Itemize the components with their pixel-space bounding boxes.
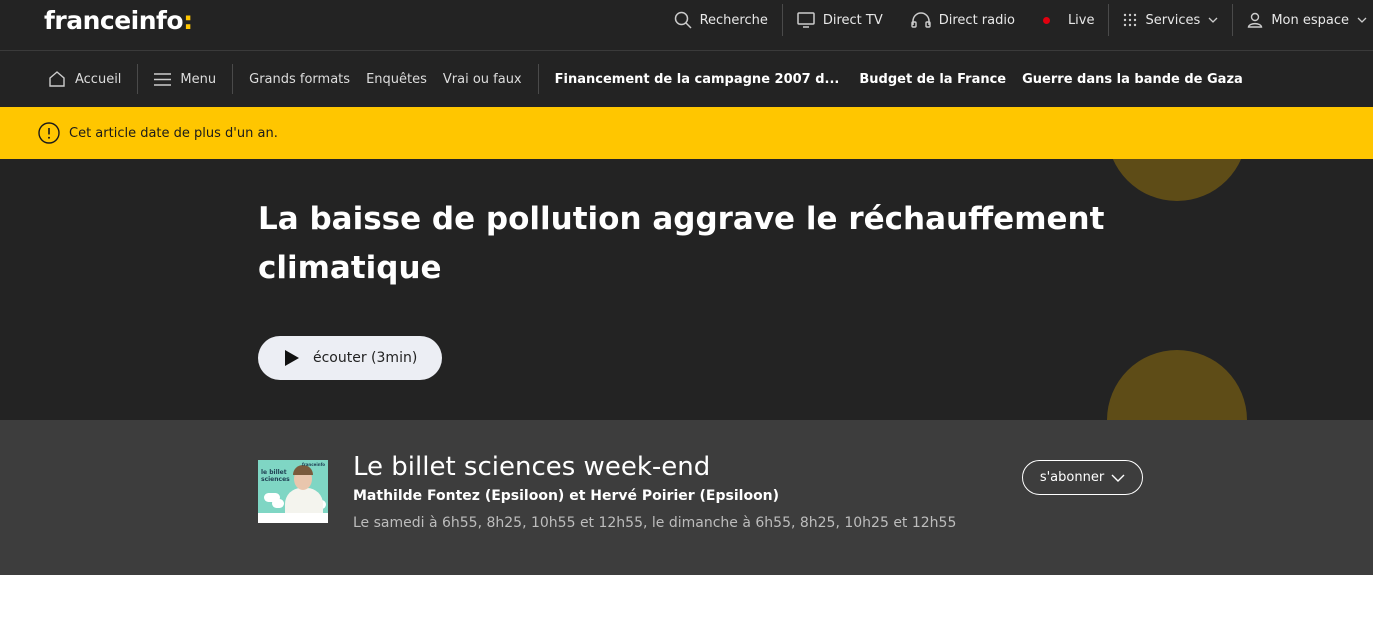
subnav-link-enquetes[interactable]: Enquêtes [358,72,435,87]
user-icon [1248,12,1263,28]
show-authors: Mathilde Fontez (Epsiloon) et Hervé Poir… [353,488,780,504]
home-icon [49,71,65,87]
listen-label: écouter (3min) [313,350,418,366]
topic-link-financement[interactable]: Financement de la campagne 2007 d... [547,72,848,87]
subscribe-button[interactable]: s'abonner [1022,460,1143,495]
hamburger-icon [154,72,172,86]
thumb-footer [258,513,328,523]
search-icon [674,11,692,29]
chevron-down-icon [1208,17,1218,23]
live-label: Live [1067,12,1095,28]
listen-button[interactable]: écouter (3min) [258,336,442,380]
decorative-circle [1107,159,1247,201]
search-label: Recherche [699,12,768,28]
article-title: La baisse de pollution aggrave le réchau… [258,201,1105,286]
logo-colon: : [183,6,193,35]
subscribe-label: s'abonner [1039,470,1105,485]
podcast-show-banner: le billet sciences franceinfo Le billet … [0,420,1373,575]
mon-espace-menu[interactable]: Mon espace [1233,0,1373,40]
direct-radio-link[interactable]: Direct radio [897,0,1029,40]
live-dot-icon [1042,16,1050,24]
subnav-link-vrai-ou-faux[interactable]: Vrai ou faux [435,72,530,87]
logo-text: franceinfo [44,6,184,35]
alert-text: Cet article date de plus d'un an. [69,125,278,141]
thumb-cloud [272,499,284,508]
article-hero: La baisse de pollution aggrave le réchau… [0,159,1373,420]
search-button[interactable]: Recherche [660,0,782,40]
secondary-nav: Accueil Menu Grands formats Enquêtes Vra… [0,50,1373,107]
thumb-person-body [285,488,323,514]
play-icon [285,350,299,366]
direct-tv-label: Direct TV [822,12,883,28]
show-schedule: Le samedi à 6h55, 8h25, 10h55 et 12h55, … [353,515,957,531]
chevron-down-icon [1357,17,1367,23]
direct-tv-link[interactable]: Direct TV [783,0,897,40]
direct-radio-label: Direct radio [938,12,1015,28]
live-link[interactable]: Live [1029,0,1109,40]
tv-icon [797,12,815,28]
menu-label: Menu [180,71,217,87]
home-label: Accueil [75,71,122,87]
menu-button[interactable]: Menu [146,72,224,87]
grid-icon [1124,13,1137,27]
top-nav: Recherche Direct TV Direct radio Live Se… [660,0,1373,40]
subnav-divider [137,64,139,94]
topic-link-gaza[interactable]: Guerre dans la bande de Gaza [1014,72,1251,87]
decorative-circle [1107,350,1247,420]
chevron-down-icon [1111,474,1125,482]
services-menu[interactable]: Services [1109,0,1232,40]
home-link[interactable]: Accueil [40,70,129,88]
subnav-divider [232,64,234,94]
subnav-link-grands-formats[interactable]: Grands formats [241,72,358,87]
show-title[interactable]: Le billet sciences week-end [353,452,710,482]
services-label: Services [1145,12,1201,28]
headphones-icon [911,12,931,28]
outdated-article-alert: Cet article date de plus d'un an. [0,107,1373,159]
thumb-label: le billet sciences [261,469,290,483]
franceinfo-logo[interactable]: franceinfo: [44,6,193,35]
mon-espace-label: Mon espace [1271,12,1349,28]
topic-link-budget[interactable]: Budget de la France [851,72,1014,87]
info-icon [38,122,60,144]
thumb-brand: franceinfo [302,462,326,467]
show-thumbnail[interactable]: le billet sciences franceinfo [258,460,328,523]
subnav-divider [537,64,539,94]
top-bar: franceinfo: Recherche Direct TV Direct r… [0,0,1373,50]
